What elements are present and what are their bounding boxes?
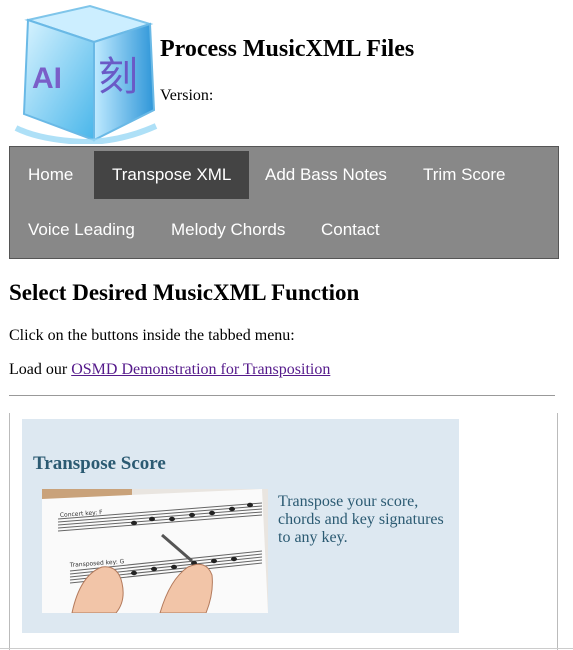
sheet-music-illustration: Concert key: F Transposed key: G xyxy=(42,489,268,613)
tab-voice-leading[interactable]: Voice Leading xyxy=(10,206,153,254)
tab-add-bass-notes[interactable]: Add Bass Notes xyxy=(247,151,405,199)
site-header: AI 刻 Process MusicXML Files Version: xyxy=(10,2,570,144)
version-row: Version: xyxy=(160,87,217,105)
demo-link-paragraph: Load our OSMD Demonstration for Transpos… xyxy=(9,361,330,379)
tab-trim-score[interactable]: Trim Score xyxy=(405,151,524,199)
tab-home[interactable]: Home xyxy=(10,151,91,199)
bottom-divider xyxy=(0,648,573,649)
logo-text-left: AI xyxy=(32,62,62,95)
divider xyxy=(9,395,555,396)
section-heading: Select Desired MusicXML Function xyxy=(9,280,360,305)
tab-melody-chords[interactable]: Melody Chords xyxy=(153,206,303,254)
osmd-demo-link[interactable]: OSMD Demonstration for Transposition xyxy=(71,361,330,378)
transpose-score-card[interactable]: Transpose Score Concert key: F Transpose… xyxy=(22,419,459,633)
page-title: Process MusicXML Files xyxy=(160,36,415,62)
tab-menu: Home Transpose XML Add Bass Notes Trim S… xyxy=(9,146,559,259)
version-label: Version: xyxy=(160,87,214,104)
tab-transpose-xml[interactable]: Transpose XML xyxy=(94,151,250,199)
tab-contact[interactable]: Contact xyxy=(303,206,398,254)
instruction-text: Click on the buttons inside the tabbed m… xyxy=(9,327,295,344)
logo-text-right: 刻 xyxy=(98,54,138,100)
ai-logo-icon[interactable]: AI 刻 xyxy=(10,2,158,144)
card-title: Transpose Score xyxy=(33,453,166,474)
load-prefix: Load our xyxy=(9,361,68,378)
tab-content-panel: Transpose Score Concert key: F Transpose… xyxy=(9,413,558,650)
card-description: Transpose your score, chords and key sig… xyxy=(278,493,444,546)
